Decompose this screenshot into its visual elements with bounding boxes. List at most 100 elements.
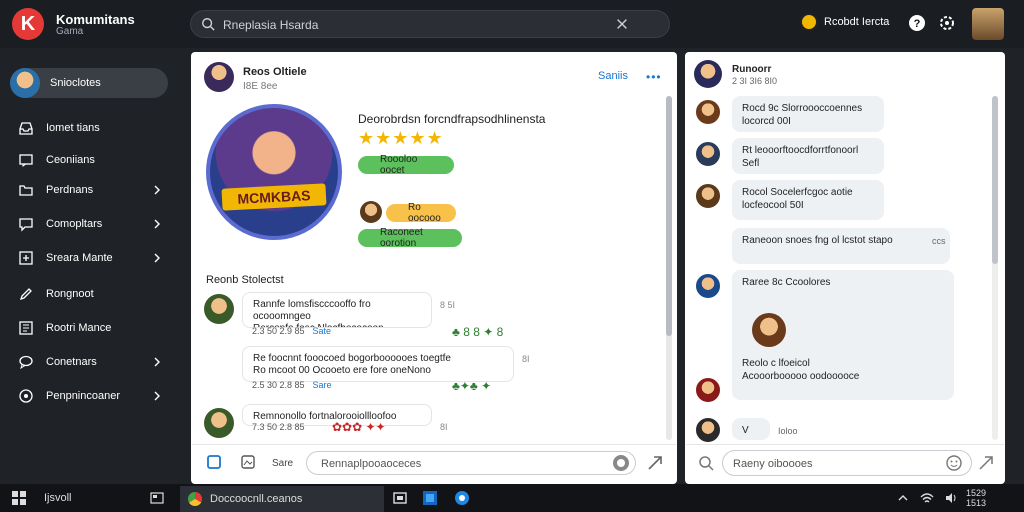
- comment-input[interactable]: [321, 456, 611, 472]
- sidebar-item-label: Rongnoot: [46, 288, 94, 300]
- help-icon[interactable]: ?: [908, 14, 926, 32]
- sidebar-item-5[interactable]: Sreara Mante: [18, 246, 168, 270]
- comment-reactions[interactable]: ♣✦♣ ✦: [452, 379, 491, 393]
- sidebar-item-3[interactable]: Perdnans: [18, 178, 168, 202]
- comment-tag[interactable]: Sare: [313, 380, 332, 390]
- more-options-icon[interactable]: •••: [646, 70, 662, 84]
- message-bubble[interactable]: Raree 8c Ccoolores Reolo c lfoeicol Acooo…: [732, 270, 954, 400]
- badge-label: Roooloo oocet: [380, 154, 418, 176]
- chevron-right-icon: [154, 219, 160, 229]
- sidebar-item-label: Iomet tians: [46, 122, 100, 134]
- avatar[interactable]: [204, 294, 234, 324]
- scrollbar-thumb[interactable]: [666, 96, 672, 336]
- send-icon[interactable]: [646, 454, 664, 472]
- task-view-icon[interactable]: [150, 491, 164, 505]
- windows-start-icon[interactable]: [12, 491, 26, 505]
- composer-label[interactable]: Sare: [272, 458, 293, 469]
- comment-reactions[interactable]: ✿✿✿ ✦✦: [332, 420, 386, 434]
- chevron-right-icon: [154, 391, 160, 401]
- system-tray: [896, 490, 958, 506]
- app-icon[interactable]: [422, 490, 438, 506]
- message-text: Rocol Socelerfcgoc aotie locfeocool 50I: [742, 187, 853, 211]
- sidebar-item-label: Ceoniians: [46, 154, 95, 166]
- top-user[interactable]: Rcobdt Iercta: [800, 12, 889, 32]
- comment-bubble[interactable]: Re foocnnt fooocoed bogorboooooes toegtf…: [242, 346, 514, 382]
- sidebar-item-9[interactable]: Penpnincoaner: [18, 384, 168, 408]
- browser-icon: [188, 492, 202, 506]
- clock-time: 1529: [966, 488, 987, 498]
- sidebar-item-label: Conetnars: [46, 356, 97, 368]
- chrome-icon[interactable]: [454, 490, 470, 506]
- volume-icon[interactable]: [944, 491, 958, 505]
- avatar[interactable]: [694, 416, 722, 444]
- avatar[interactable]: [972, 8, 1004, 40]
- message-text: Rt leooorftoocdforrtfonoorl Sefl: [742, 145, 859, 169]
- message-text: Raneoon snoes fng ol lcstot stapo: [742, 235, 893, 246]
- sidebar-item-7[interactable]: Rootri Mance: [18, 316, 168, 340]
- message-bubble[interactable]: Raneoon snoes fng ol lcstot stapo: [732, 228, 950, 264]
- badge-green[interactable]: Raconeet oorotion: [358, 227, 462, 249]
- sidebar-item-4[interactable]: Comopltars: [18, 212, 168, 236]
- search-bar[interactable]: [190, 10, 670, 38]
- emoji-icon[interactable]: [612, 454, 630, 472]
- close-icon[interactable]: [615, 17, 629, 31]
- comment-reactions[interactable]: ♣ 8 8 ✦ 8: [452, 325, 503, 339]
- badge-label: Raconeet oorotion: [380, 227, 423, 249]
- avatar[interactable]: [694, 182, 722, 210]
- chevron-up-icon[interactable]: [896, 491, 910, 505]
- settings-icon[interactable]: [938, 14, 956, 32]
- comment-stats: 2.3 50 2.9 85: [252, 326, 305, 336]
- chat-field[interactable]: [722, 450, 972, 476]
- message-bubble[interactable]: Rocol Socelerfcgoc aotie locfeocool 50I: [732, 180, 884, 220]
- svg-text:?: ?: [914, 18, 921, 30]
- comment-bubble[interactable]: Rannfe lomsfiscccooffo fro ocooomngeo Re…: [242, 292, 432, 328]
- comments-title: Reonb Stolectst: [206, 274, 284, 286]
- game-artwork[interactable]: [206, 104, 342, 240]
- avatar[interactable]: [204, 408, 234, 438]
- avatar[interactable]: [694, 98, 722, 126]
- sidebar-profile[interactable]: Snioclotes: [10, 68, 168, 98]
- avatar: [360, 201, 382, 223]
- tray-icon: [19, 122, 33, 135]
- image-icon[interactable]: [240, 454, 256, 470]
- profile-name: Snioclotes: [50, 77, 101, 89]
- message-icon: [19, 154, 33, 167]
- wifi-icon[interactable]: [920, 491, 934, 505]
- message-bubble[interactable]: Rocd 9c Slorroooccoennes locorcd 00I: [732, 96, 884, 132]
- avatar[interactable]: [694, 376, 722, 404]
- taskbar-search-label[interactable]: Ijsvoll: [44, 492, 72, 504]
- sidebar-item-6[interactable]: Rongnoot: [18, 282, 168, 306]
- send-icon[interactable]: [978, 455, 994, 471]
- comment-tag[interactable]: Sate: [313, 326, 332, 336]
- avatar[interactable]: [694, 140, 722, 168]
- search-input[interactable]: [223, 16, 603, 34]
- message-bubble[interactable]: V: [732, 418, 770, 440]
- scrollbar-thumb[interactable]: [992, 96, 998, 264]
- taskbar-clock[interactable]: 1529 1513: [966, 488, 986, 508]
- message-bubble[interactable]: Rt leooorftoocdforrtfonoorl Sefl: [732, 138, 884, 174]
- avatar[interactable]: [694, 272, 722, 300]
- badge-green[interactable]: Roooloo oocet: [358, 154, 454, 176]
- sidebar-item-2[interactable]: Ceoniians: [18, 148, 168, 172]
- post-time: I8E 8ee: [243, 81, 278, 92]
- chat-input[interactable]: [733, 456, 933, 472]
- window-icon[interactable]: [392, 490, 408, 506]
- avatar[interactable]: [204, 62, 234, 92]
- post-action-link[interactable]: Saniis: [598, 70, 628, 82]
- message-text: Rocd 9c Slorroooccoennes locorcd 00I: [742, 103, 863, 127]
- post-author[interactable]: Reos Oltiele: [243, 66, 307, 78]
- chat-subtitle: 2 3I 3I6 8I0: [732, 76, 778, 86]
- emoji-icon[interactable]: [946, 455, 962, 471]
- sidebar-item-1[interactable]: Iomet tians: [18, 116, 168, 140]
- app-logo[interactable]: K: [12, 8, 44, 40]
- attach-icon[interactable]: [206, 454, 222, 470]
- star-rating[interactable]: ★★★★★: [358, 128, 444, 149]
- sidebar-item-8[interactable]: Conetnars: [18, 350, 168, 374]
- avatar: [752, 313, 786, 347]
- taskbar-active-app[interactable]: Doccoocnll.ceanos: [180, 486, 384, 512]
- avatar[interactable]: [694, 60, 722, 88]
- clock-date: 1513: [966, 498, 987, 508]
- comment-field[interactable]: [306, 451, 636, 475]
- search-icon[interactable]: [698, 455, 714, 471]
- badge-yellow[interactable]: Ro oocooo: [386, 202, 456, 224]
